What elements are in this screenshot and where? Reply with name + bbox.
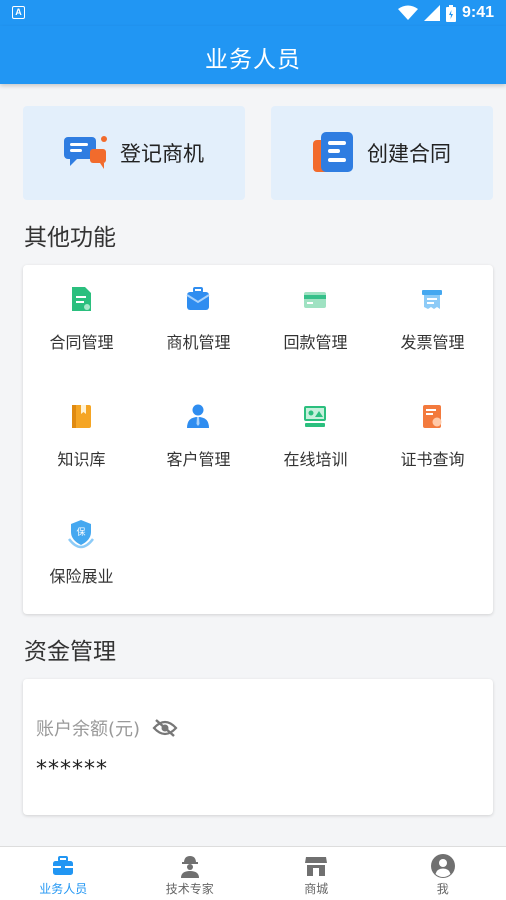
- function-label: 知识库: [57, 450, 106, 469]
- insurance-shield-icon: 保: [68, 520, 94, 549]
- function-label: 客户管理: [166, 450, 231, 469]
- app-notification-icon: A: [12, 6, 25, 19]
- training-screen-icon: [304, 406, 326, 427]
- function-certificate-query[interactable]: 证书查询: [374, 382, 491, 492]
- function-online-training[interactable]: 在线培训: [257, 382, 374, 492]
- app-bar: 业务人员: [0, 26, 506, 84]
- signal-icon: [423, 5, 440, 21]
- status-bar: A 9:41: [0, 0, 506, 26]
- book-icon: [72, 405, 91, 428]
- tab-business-staff[interactable]: 业务人员: [0, 847, 127, 900]
- quick-action-label: 创建合同: [367, 142, 451, 166]
- quick-action-label: 登记商机: [120, 142, 204, 166]
- function-label: 证书查询: [400, 450, 465, 469]
- balance-value: ******: [36, 757, 108, 782]
- function-label: 回款管理: [283, 333, 348, 352]
- tab-label: 我: [436, 882, 449, 896]
- chat-bubbles-icon: [64, 136, 107, 169]
- function-label: 发票管理: [400, 333, 465, 352]
- battery-icon: [445, 4, 456, 22]
- briefcase-icon: [186, 287, 210, 310]
- function-knowledge-base[interactable]: 知识库: [23, 382, 140, 492]
- balance-label: 账户余额(元): [36, 719, 141, 740]
- bottom-tab-bar: 业务人员 技术专家 商城 我: [0, 846, 506, 900]
- invoice-icon: [422, 290, 442, 309]
- balance-row: 账户余额(元): [36, 715, 178, 741]
- function-label: 合同管理: [49, 333, 114, 352]
- eye-slash-icon[interactable]: [152, 718, 178, 738]
- function-label: 保险展业: [49, 567, 114, 586]
- tab-store[interactable]: 商城: [253, 847, 380, 900]
- user-icon: [430, 854, 455, 878]
- svg-text:保: 保: [76, 526, 85, 538]
- page-title: 业务人员: [205, 47, 301, 73]
- function-payment-management[interactable]: 回款管理: [257, 265, 374, 375]
- contract-document-icon: [313, 132, 353, 172]
- contract-icon: [72, 287, 91, 311]
- function-invoice-management[interactable]: 发票管理: [374, 265, 491, 375]
- customer-icon: [187, 404, 209, 428]
- function-contract-management[interactable]: 合同管理: [23, 265, 140, 375]
- function-label: 在线培训: [283, 450, 348, 469]
- wifi-icon: [397, 5, 418, 20]
- function-grid: 合同管理 商机管理 回款管理 发票管理 知识库 客户管理 在线培训 证书查询 保…: [23, 265, 493, 614]
- tab-label: 商城: [304, 882, 329, 896]
- create-contract-button[interactable]: 创建合同: [271, 106, 493, 200]
- section-title-fund-management: 资金管理: [24, 639, 116, 665]
- engineer-icon: [180, 856, 199, 878]
- section-title-other-functions: 其他功能: [24, 225, 116, 251]
- function-opportunity-management[interactable]: 商机管理: [140, 265, 257, 375]
- function-customer-management[interactable]: 客户管理: [140, 382, 257, 492]
- register-opportunity-button[interactable]: 登记商机: [23, 106, 245, 200]
- fund-card: 账户余额(元) ******: [23, 679, 493, 815]
- function-insurance-business[interactable]: 保 保险展业: [23, 499, 140, 609]
- payment-card-icon: [304, 292, 326, 308]
- tab-me[interactable]: 我: [380, 847, 506, 900]
- certificate-icon: [423, 405, 442, 428]
- function-label: 商机管理: [166, 333, 231, 352]
- tab-label: 技术专家: [165, 882, 214, 896]
- tab-label: 业务人员: [39, 882, 88, 896]
- store-icon: [305, 857, 328, 876]
- briefcase-icon: [53, 856, 74, 875]
- clock: 9:41: [461, 4, 494, 21]
- tab-tech-expert[interactable]: 技术专家: [127, 847, 254, 900]
